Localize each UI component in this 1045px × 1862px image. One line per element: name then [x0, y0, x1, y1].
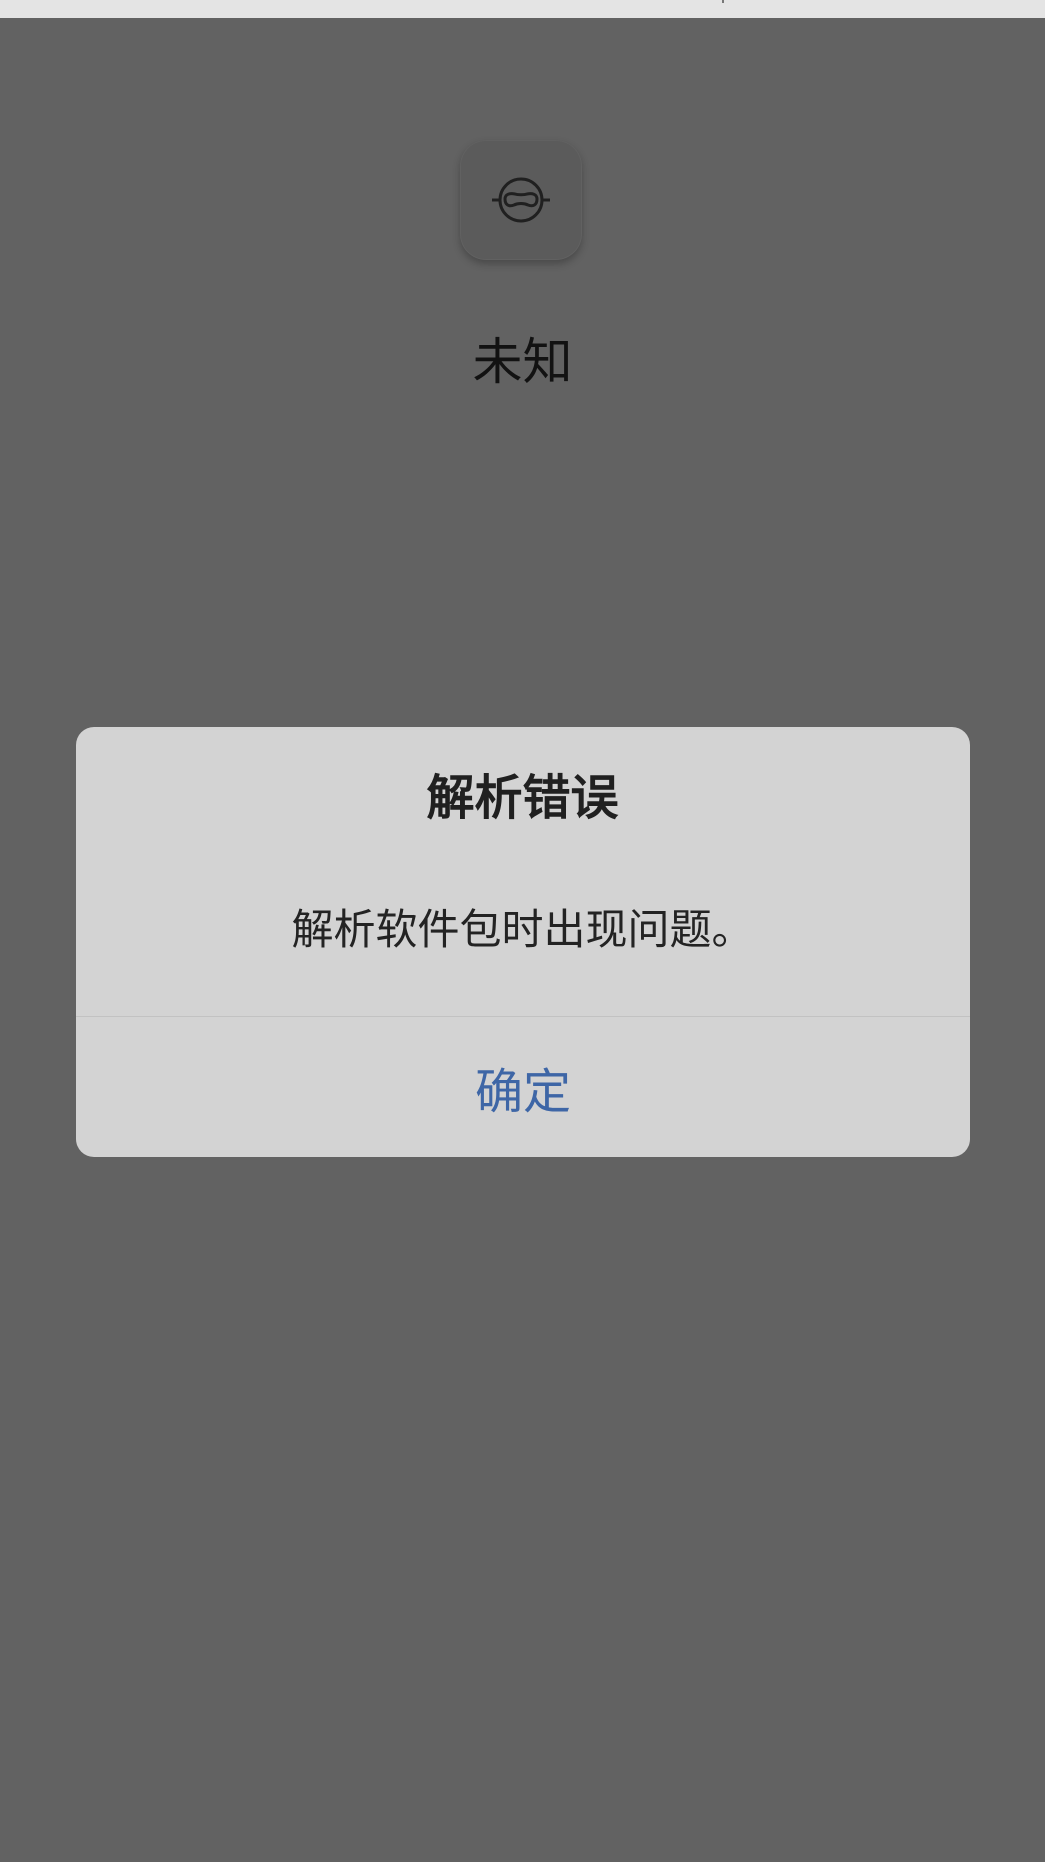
- installer-screen: 未知 解析错误 解析软件包时出现问题。 确定: [0, 0, 1045, 1862]
- masked-face-icon: [492, 177, 550, 223]
- confirm-button[interactable]: 确定: [76, 1017, 970, 1157]
- dialog-title: 解析错误: [426, 770, 619, 826]
- status-bar-mark: [722, 0, 724, 3]
- app-name: 未知: [472, 333, 573, 391]
- status-bar: [0, 0, 1045, 18]
- unknown-app-icon: [460, 140, 582, 260]
- dialog-message: 解析软件包时出现问题。: [291, 905, 754, 954]
